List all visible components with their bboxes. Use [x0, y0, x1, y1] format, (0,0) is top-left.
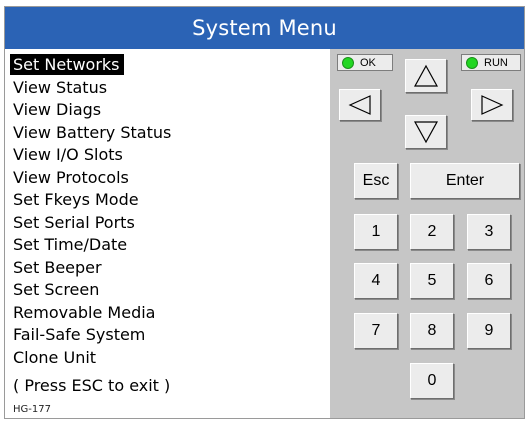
menu-item-set-networks[interactable]: Set Networks — [5, 54, 327, 77]
left-arrow-icon — [348, 95, 371, 115]
exit-hint: ( Press ESC to exit ) — [13, 376, 171, 395]
key-7-button[interactable]: 7 — [354, 313, 398, 349]
key-9-button[interactable]: 9 — [467, 313, 511, 349]
menu-item-set-fkeys-mode[interactable]: Set Fkeys Mode — [5, 189, 327, 212]
run-indicator: RUN — [461, 54, 521, 71]
key-2-button[interactable]: 2 — [410, 214, 454, 250]
up-arrow-icon — [413, 64, 439, 87]
menu-item-set-screen[interactable]: Set Screen — [5, 279, 327, 302]
run-led-icon — [466, 56, 478, 69]
enter-button[interactable]: Enter — [410, 163, 520, 199]
left-arrow-button[interactable] — [339, 89, 381, 121]
menu-item-fail-safe-system[interactable]: Fail-Safe System — [5, 324, 327, 347]
keypad-panel: OK RUN Esc Enter 1 2 3 4 5 6 7 8 9 0 — [330, 49, 524, 418]
menu-item-set-serial-ports[interactable]: Set Serial Ports — [5, 212, 327, 235]
key-3-button[interactable]: 3 — [467, 214, 511, 250]
menu-item-set-beeper[interactable]: Set Beeper — [5, 257, 327, 280]
esc-button[interactable]: Esc — [354, 163, 398, 199]
key-5-button[interactable]: 5 — [410, 263, 454, 299]
key-4-button[interactable]: 4 — [354, 263, 398, 299]
run-label: RUN — [484, 56, 508, 69]
ok-led-icon — [342, 56, 354, 69]
menu-item-view-battery-status[interactable]: View Battery Status — [5, 122, 327, 145]
title-bar: System Menu — [5, 7, 524, 49]
window-title: System Menu — [192, 16, 337, 40]
ok-label: OK — [360, 56, 376, 69]
menu-item-view-diags[interactable]: View Diags — [5, 99, 327, 122]
key-6-button[interactable]: 6 — [467, 263, 511, 299]
menu-item-view-io-slots[interactable]: View I/O Slots — [5, 144, 327, 167]
up-arrow-button[interactable] — [405, 59, 447, 93]
menu-list: Set Networks View Status View Diags View… — [5, 54, 327, 369]
key-8-button[interactable]: 8 — [410, 313, 454, 349]
down-arrow-button[interactable] — [405, 115, 447, 149]
system-menu-window: System Menu Set Networks View Status Vie… — [4, 6, 525, 419]
right-arrow-icon — [481, 95, 504, 115]
model-label: HG-177 — [13, 404, 51, 415]
down-arrow-icon — [413, 121, 439, 144]
menu-item-view-status[interactable]: View Status — [5, 77, 327, 100]
ok-indicator: OK — [337, 54, 393, 71]
right-arrow-button[interactable] — [471, 89, 513, 121]
key-1-button[interactable]: 1 — [354, 214, 398, 250]
menu-item-set-time-date[interactable]: Set Time/Date — [5, 234, 327, 257]
menu-item-clone-unit[interactable]: Clone Unit — [5, 347, 327, 370]
menu-item-removable-media[interactable]: Removable Media — [5, 302, 327, 325]
key-0-button[interactable]: 0 — [410, 363, 454, 399]
menu-item-view-protocols[interactable]: View Protocols — [5, 167, 327, 190]
